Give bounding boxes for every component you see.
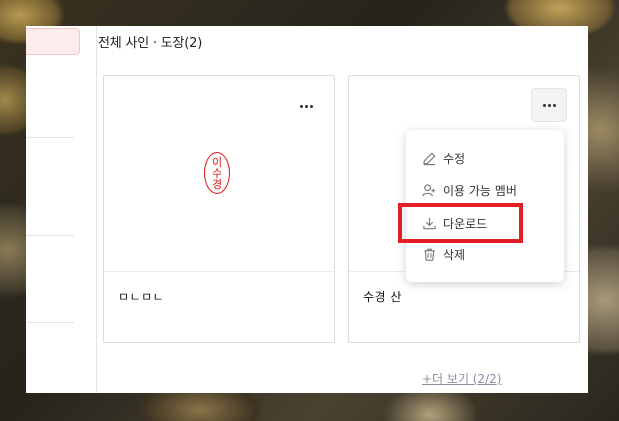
pencil-icon xyxy=(423,152,436,165)
menu-item-members[interactable]: 이용 가능 멤버 xyxy=(422,180,517,200)
more-options-button[interactable] xyxy=(288,89,324,123)
menu-item-label: 이용 가능 멤버 xyxy=(443,183,517,198)
sidebar-active-item[interactable] xyxy=(26,28,80,55)
highlight-box xyxy=(398,203,523,243)
seal-stamp: 이 수 경 xyxy=(204,152,230,194)
more-options-button[interactable] xyxy=(531,88,567,122)
signature-name: 수경 산 xyxy=(363,290,402,304)
seal-char: 이 xyxy=(211,155,223,169)
more-icon xyxy=(299,104,313,108)
more-link[interactable]: +더 보기 (2/2) xyxy=(422,370,501,387)
add-user-icon xyxy=(422,183,436,196)
menu-item-edit[interactable]: 수정 xyxy=(422,148,465,168)
left-sidebar xyxy=(26,26,97,393)
more-icon xyxy=(542,103,556,107)
seal-char: 경 xyxy=(211,177,223,191)
sidebar-divider xyxy=(26,137,74,138)
signature-name: ㅁㄴㅁㄴ xyxy=(118,290,165,304)
section-title: 전체 사인 · 도장(2) xyxy=(98,36,203,51)
menu-item-delete[interactable]: 삭제 xyxy=(422,244,465,264)
menu-item-label: 삭제 xyxy=(443,247,466,262)
signature-card[interactable]: 이 수 경 ㅁㄴㅁㄴ xyxy=(103,75,335,343)
seal-char: 수 xyxy=(211,166,223,180)
menu-item-label: 수정 xyxy=(443,151,466,166)
sidebar-divider xyxy=(26,322,74,323)
trash-icon xyxy=(424,248,435,261)
signature-preview: 이 수 경 xyxy=(104,76,334,272)
signature-panel: 전체 사인 · 도장(2) 이 수 경 ㅁㄴㅁㄴ 수경 산 수정 이용 가능 멤… xyxy=(26,26,588,393)
sidebar-divider xyxy=(26,235,74,236)
